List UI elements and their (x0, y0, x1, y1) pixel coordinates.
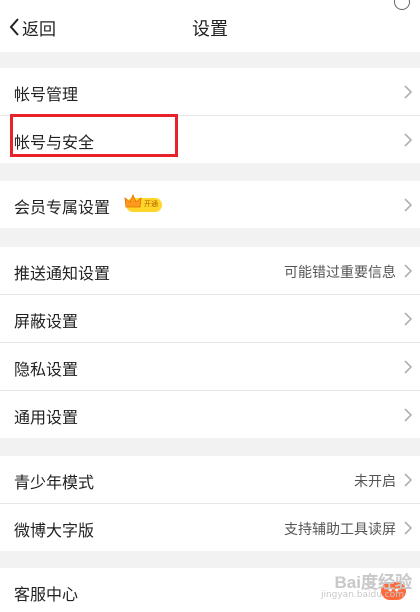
settings-item-label: 会员专属设置 (14, 198, 111, 217)
settings-item-account-security[interactable]: 帐号与安全 (0, 116, 420, 163)
settings-item-account-management[interactable]: 帐号管理 (0, 68, 420, 116)
settings-item-label: 客服中心 (14, 585, 79, 604)
vip-badge: 开通 (124, 194, 162, 212)
chevron-right-icon (404, 264, 412, 278)
settings-item-value: 可能错过重要信息 (284, 265, 396, 281)
settings-group-modes: 青少年模式 未开启 微博大字版 支持辅助工具读屏 (0, 456, 420, 551)
settings-item-teen-mode[interactable]: 青少年模式 未开启 (0, 456, 420, 504)
settings-item-label: 帐号管理 (14, 85, 79, 104)
settings-item-label: 微博大字版 (14, 521, 95, 540)
chevron-right-icon (404, 85, 412, 99)
chevron-right-icon (404, 198, 412, 212)
settings-item-block[interactable]: 屏蔽设置 (0, 295, 420, 343)
crown-icon (124, 194, 142, 208)
settings-item-vip[interactable]: 会员专属设置 开通 (0, 181, 420, 228)
chevron-right-icon (404, 473, 412, 487)
settings-item-label: 帐号与安全 (14, 133, 95, 152)
settings-item-value: 支持辅助工具读屏 (284, 522, 396, 538)
settings-item-label: 青少年模式 (14, 473, 95, 492)
settings-item-label: 隐私设置 (14, 360, 79, 379)
page-title: 设置 (192, 19, 228, 40)
status-icon (394, 0, 410, 10)
settings-item-privacy[interactable]: 隐私设置 (0, 343, 420, 391)
settings-item-push-notifications[interactable]: 推送通知设置 可能错过重要信息 (0, 247, 420, 295)
chevron-right-icon (404, 360, 412, 374)
settings-item-label: 通用设置 (14, 408, 79, 427)
chevron-right-icon (404, 312, 412, 326)
settings-item-general[interactable]: 通用设置 (0, 391, 420, 438)
vip-badge-label: 开通 (144, 200, 158, 208)
settings-group-account: 帐号管理 帐号与安全 (0, 68, 420, 163)
settings-group-general: 推送通知设置 可能错过重要信息 屏蔽设置 隐私设置 通用设置 (0, 247, 420, 438)
settings-item-label: 推送通知设置 (14, 264, 111, 283)
settings-group-vip: 会员专属设置 开通 (0, 181, 420, 228)
header-bar: 返回 设置 (0, 0, 420, 52)
watermark-url: jingyan.baidu.com (320, 590, 404, 600)
settings-item-large-font[interactable]: 微博大字版 支持辅助工具读屏 (0, 504, 420, 551)
chevron-right-icon (404, 521, 412, 535)
chevron-right-icon (404, 408, 412, 422)
settings-item-value: 未开启 (354, 474, 396, 490)
chevron-right-icon (404, 133, 412, 147)
settings-item-label: 屏蔽设置 (14, 312, 79, 331)
